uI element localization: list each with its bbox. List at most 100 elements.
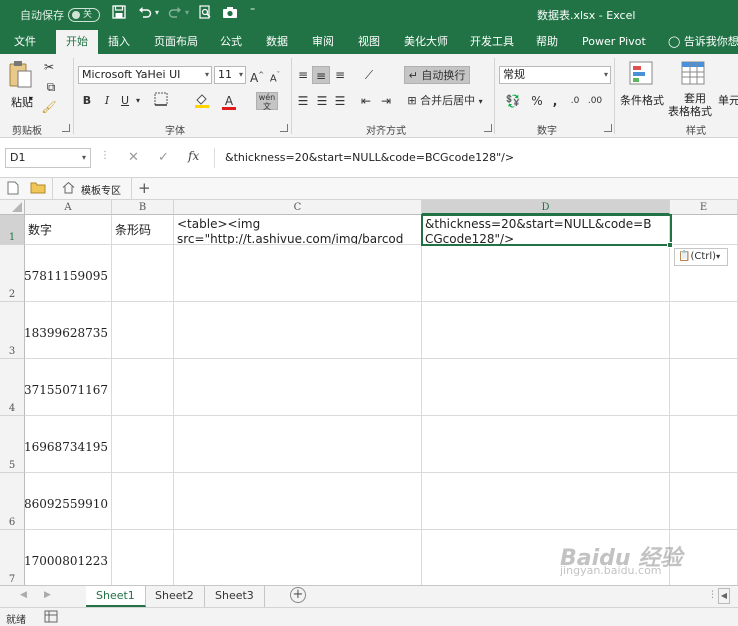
undo-dropdown-icon[interactable]: ▾ — [155, 8, 159, 17]
align-center-icon[interactable]: ☰ — [314, 92, 330, 110]
paste-button[interactable] — [8, 60, 34, 93]
cell-d2[interactable] — [422, 245, 670, 302]
increase-indent-icon[interactable]: ⇥ — [378, 92, 394, 110]
tab-review[interactable]: 审阅 — [306, 30, 340, 54]
conditional-format-label[interactable]: 条件格式 — [620, 92, 664, 108]
font-size-select[interactable]: 11 ▾ — [214, 66, 246, 84]
cell-e6[interactable] — [670, 473, 738, 530]
row-header-4[interactable]: 4 — [0, 359, 25, 416]
enter-icon[interactable]: ✓ — [158, 150, 169, 165]
cell-d6[interactable] — [422, 473, 670, 530]
percent-button[interactable]: % — [530, 92, 544, 110]
column-header-b[interactable]: B — [112, 200, 174, 215]
tab-power-pivot[interactable]: Power Pivot — [576, 30, 652, 54]
phonetic-guide-button[interactable]: wén 文 — [256, 92, 278, 111]
sheet-tab-2[interactable]: Sheet2 — [145, 586, 205, 607]
number-launcher-icon[interactable] — [604, 124, 612, 132]
cell-b3[interactable] — [112, 302, 174, 359]
cell-c2[interactable] — [174, 245, 422, 302]
column-header-c[interactable]: C — [174, 200, 422, 215]
cell-a6[interactable]: 86092559910 — [25, 473, 112, 530]
spreadsheet-grid[interactable]: A B C D E 1 数字 条形码 <table><img src="http… — [0, 200, 738, 585]
macro-record-icon[interactable] — [44, 610, 58, 626]
cell-b6[interactable] — [112, 473, 174, 530]
hscroll-left-icon[interactable]: ◀ — [718, 588, 730, 604]
template-tab[interactable]: 模板专区 — [52, 178, 132, 199]
cell-b7[interactable] — [112, 530, 174, 585]
cell-b4[interactable] — [112, 359, 174, 416]
autosave-toggle[interactable]: 关 — [68, 8, 100, 22]
conditional-format-icon[interactable] — [628, 60, 654, 89]
redo-dropdown-icon[interactable]: ▾ — [185, 8, 189, 17]
row-header-7[interactable]: 7 — [0, 530, 25, 585]
borders-icon[interactable] — [150, 92, 172, 110]
formula-input[interactable]: &thickness=20&start=NULL&code=BCGcode128… — [214, 148, 738, 168]
cell-d4[interactable] — [422, 359, 670, 416]
cell-a1[interactable]: 数字 — [25, 215, 112, 245]
save-icon[interactable] — [112, 5, 126, 24]
row-header-3[interactable]: 3 — [0, 302, 25, 359]
cell-c4[interactable] — [174, 359, 422, 416]
accounting-format-icon[interactable]: 💱 — [500, 92, 526, 110]
table-format-icon[interactable] — [680, 60, 706, 89]
align-left-icon[interactable]: ☰ — [295, 92, 311, 110]
cell-c6[interactable] — [174, 473, 422, 530]
cell-e3[interactable] — [670, 302, 738, 359]
cell-e1[interactable] — [670, 215, 738, 245]
fill-color-icon[interactable] — [192, 92, 212, 110]
drag-handle-icon[interactable]: ⋮ — [100, 150, 110, 161]
wrap-text-button[interactable]: ↵ 自动换行 — [404, 66, 470, 84]
scroll-right-icon[interactable]: ▶ — [44, 590, 51, 600]
fill-handle[interactable] — [667, 242, 673, 248]
orientation-icon[interactable]: ⟋ — [358, 66, 380, 84]
tab-developer[interactable]: 开发工具 — [464, 30, 520, 54]
tab-formulas[interactable]: 公式 — [214, 30, 248, 54]
cell-styles-label[interactable]: 单元 — [718, 92, 738, 108]
open-folder-icon[interactable] — [30, 181, 46, 197]
cell-a7[interactable]: 17000801223 — [25, 530, 112, 585]
grow-font-button[interactable]: A^ — [250, 66, 264, 85]
add-sheet-icon[interactable]: + — [290, 587, 306, 603]
bold-button[interactable]: B — [80, 92, 94, 110]
cell-c7[interactable] — [174, 530, 422, 585]
tab-view[interactable]: 视图 — [352, 30, 386, 54]
sheet-tab-1[interactable]: Sheet1 — [86, 586, 146, 607]
merge-center-button[interactable]: ⊞ 合并后居中 ▾ — [404, 92, 486, 110]
cell-a3[interactable]: 18399628735 — [25, 302, 112, 359]
hscroll-dots-icon[interactable]: ⋮ — [708, 590, 717, 600]
tab-page-layout[interactable]: 页面布局 — [148, 30, 204, 54]
cell-c5[interactable] — [174, 416, 422, 473]
insert-function-icon[interactable]: fx — [188, 149, 199, 163]
underline-dropdown-icon[interactable]: ▾ — [133, 92, 143, 110]
cell-c3[interactable] — [174, 302, 422, 359]
tab-beautify[interactable]: 美化大师 — [398, 30, 454, 54]
cell-b5[interactable] — [112, 416, 174, 473]
cancel-icon[interactable]: ✕ — [128, 150, 139, 165]
row-header-2[interactable]: 2 — [0, 245, 25, 302]
align-top-icon[interactable]: ≡ — [295, 66, 311, 84]
cell-a4[interactable]: 37155071167 — [25, 359, 112, 416]
increase-decimal-icon[interactable]: .0 — [566, 92, 584, 110]
align-middle-icon[interactable]: ≡ — [312, 66, 330, 84]
select-all-corner[interactable] — [0, 200, 25, 215]
decrease-indent-icon[interactable]: ⇤ — [358, 92, 374, 110]
decrease-decimal-icon[interactable]: .00 — [586, 92, 604, 110]
new-file-icon[interactable] — [7, 181, 19, 198]
copy-icon[interactable]: ⧉ — [40, 78, 62, 96]
tab-file[interactable]: 文件 — [8, 30, 42, 54]
tab-data[interactable]: 数据 — [260, 30, 294, 54]
tab-insert[interactable]: 插入 — [102, 30, 136, 54]
column-header-a[interactable]: A — [25, 200, 112, 215]
column-header-d[interactable]: D — [422, 200, 670, 215]
comma-button[interactable]: , — [548, 92, 562, 110]
font-name-select[interactable]: Microsoft YaHei UI ▾ — [78, 66, 212, 84]
cell-d3[interactable] — [422, 302, 670, 359]
align-bottom-icon[interactable]: ≡ — [332, 66, 348, 84]
undo-icon[interactable] — [138, 5, 152, 24]
cell-d5[interactable] — [422, 416, 670, 473]
row-header-5[interactable]: 5 — [0, 416, 25, 473]
clipboard-launcher-icon[interactable] — [62, 124, 70, 132]
sheet-tab-3[interactable]: Sheet3 — [205, 586, 265, 607]
paste-options-button[interactable]: 📋(Ctrl)▾ — [674, 248, 728, 266]
font-launcher-icon[interactable] — [280, 124, 288, 132]
